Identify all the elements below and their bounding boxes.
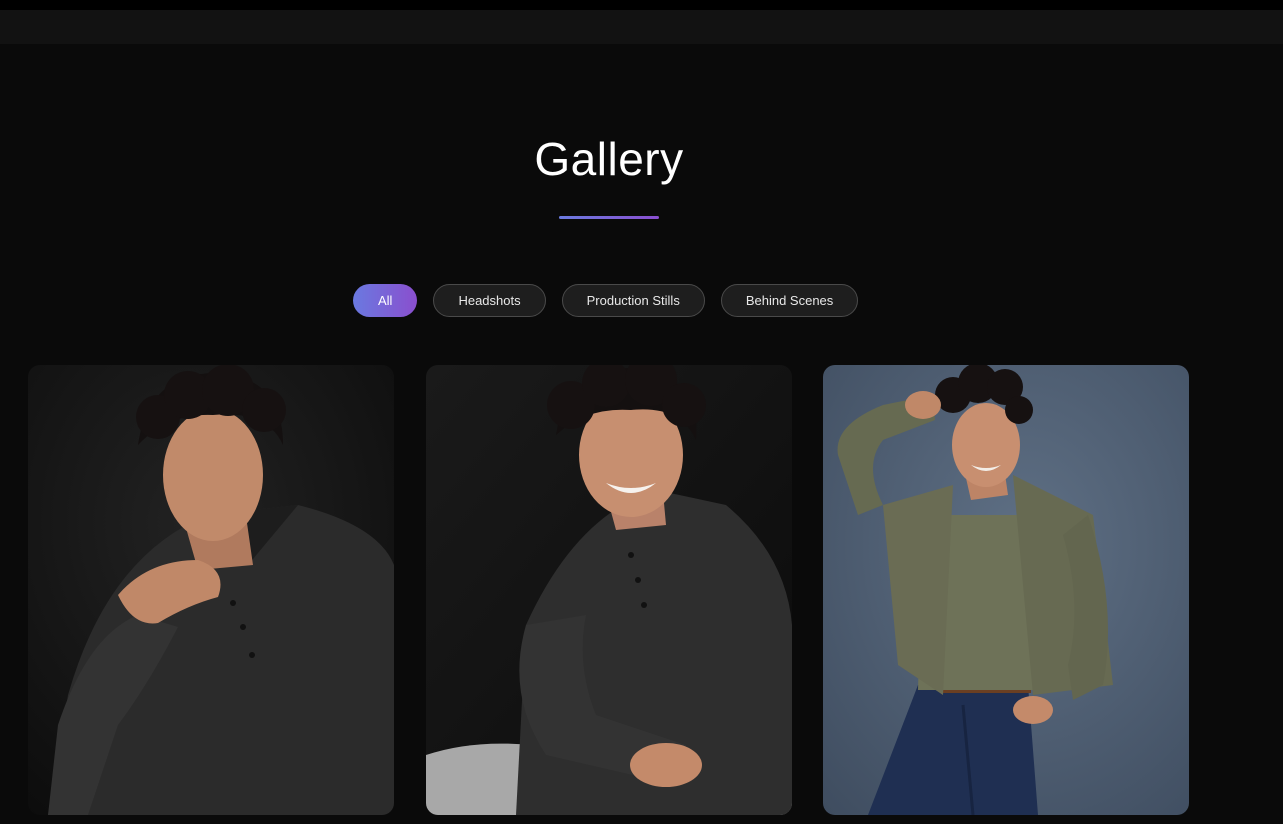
gallery-item[interactable] <box>823 365 1189 815</box>
filter-headshots-button[interactable]: Headshots <box>433 284 546 317</box>
title-underline <box>559 216 659 219</box>
top-edge <box>0 0 1283 10</box>
navigation-bar <box>0 10 1283 44</box>
filter-all-button[interactable]: All <box>353 284 418 317</box>
gallery-photo-headshot-2 <box>426 365 792 815</box>
filter-production-stills-button[interactable]: Production Stills <box>561 284 705 317</box>
filter-bar: All Headshots Production Stills Behind S… <box>353 284 859 317</box>
page-title: Gallery <box>534 133 684 185</box>
gallery-item[interactable] <box>426 365 792 815</box>
gallery-item[interactable] <box>28 365 394 815</box>
gallery-photo-headshot-1 <box>28 365 394 815</box>
filter-behind-scenes-button[interactable]: Behind Scenes <box>720 284 859 317</box>
gallery-photo-full-body <box>823 365 1189 815</box>
